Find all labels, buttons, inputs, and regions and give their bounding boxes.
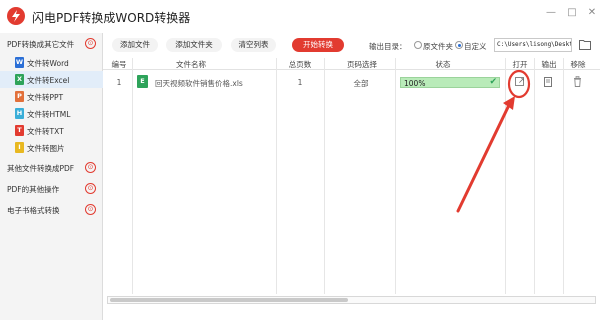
header-remove: 移除 xyxy=(570,60,586,69)
header-file-name: 文件名称 xyxy=(176,60,206,69)
header-open: 打开 xyxy=(512,60,528,69)
category-label: PDF转换成其它文件 xyxy=(7,40,75,49)
sidebar-item-ppt[interactable]: P 文件转PPT xyxy=(0,88,103,105)
word-icon: W xyxy=(15,57,24,68)
expand-icon[interactable]: ⊙ xyxy=(85,183,96,194)
file-table: 编号 文件名称 总页数 页码选择 状态 打开 输出 移除 1 E 回天视频软件销… xyxy=(103,58,600,320)
header-total-pages: 总页数 xyxy=(288,60,312,69)
minimize-button[interactable]: — xyxy=(544,6,558,20)
collapse-icon[interactable]: ⊙ xyxy=(85,38,96,49)
txt-icon: T xyxy=(15,125,24,136)
sidebar-item-txt[interactable]: T 文件转TXT xyxy=(0,122,103,139)
trash-icon[interactable] xyxy=(573,76,582,87)
close-button[interactable]: ✕ xyxy=(585,6,599,20)
custom-folder-radio[interactable] xyxy=(455,41,463,49)
output-path-input[interactable]: C:\Users\lisong\Desktop xyxy=(494,38,572,52)
sidebar-item-label: 文件转Word xyxy=(27,59,69,68)
table-row[interactable]: 1 E 回天视频软件销售价格.xls 1 全部 100% ✔ ↗ xyxy=(103,71,600,93)
add-folder-button[interactable]: 添加文件夹 xyxy=(166,38,222,52)
sidebar-item-excel[interactable]: X 文件转Excel xyxy=(0,71,103,88)
app-title: 闪电PDF转换成WORD转换器 xyxy=(32,11,191,25)
excel-icon: X xyxy=(15,74,24,85)
category-pdf-other-ops[interactable]: PDF的其他操作 ⊙ xyxy=(0,178,103,199)
html-icon: H xyxy=(15,108,24,119)
sidebar-item-word[interactable]: W 文件转Word xyxy=(0,54,103,71)
toolbar: 添加文件 添加文件夹 清空列表 开始转换 输出目录： 原文件夹 自定义 C:\U… xyxy=(103,33,600,58)
sidebar-item-label: 文件转图片 xyxy=(27,144,65,153)
app-logo-icon xyxy=(7,7,25,25)
sidebar-item-label: 文件转Excel xyxy=(27,76,70,85)
title-bar: 闪电PDF转换成WORD转换器 — □ ✕ xyxy=(0,0,600,33)
sidebar-item-label: 文件转HTML xyxy=(27,110,71,119)
column-divider xyxy=(395,58,396,294)
custom-folder-label: 自定义 xyxy=(464,42,487,51)
file-name: 回天视频软件销售价格.xls xyxy=(155,79,243,88)
start-convert-button[interactable]: 开始转换 xyxy=(292,38,344,52)
column-divider xyxy=(324,58,325,294)
status-progress-bar: 100% ✔ xyxy=(400,77,500,88)
category-label: PDF的其他操作 xyxy=(7,185,60,194)
export-file-icon[interactable] xyxy=(544,77,552,87)
progress-text: 100% xyxy=(404,79,426,88)
external-link-icon: ↗ xyxy=(518,76,525,85)
total-pages: 1 xyxy=(297,78,303,87)
header-status: 状态 xyxy=(435,60,451,69)
column-divider xyxy=(534,58,535,294)
column-divider xyxy=(505,58,506,294)
check-icon: ✔ xyxy=(489,77,497,87)
expand-icon[interactable]: ⊙ xyxy=(85,162,96,173)
column-divider xyxy=(132,58,133,294)
sidebar-item-label: 文件转PPT xyxy=(27,93,64,102)
row-index: 1 xyxy=(116,78,122,87)
category-pdf-to-other[interactable]: PDF转换成其它文件 ⊙ xyxy=(0,33,103,54)
open-file-icon[interactable]: ↗ xyxy=(515,76,525,86)
maximize-button[interactable]: □ xyxy=(565,6,579,20)
sidebar: PDF转换成其它文件 ⊙ W 文件转Word X 文件转Excel P 文件转P… xyxy=(0,33,103,320)
category-label: 其他文件转换成PDF xyxy=(7,164,75,173)
sidebar-item-image[interactable]: I 文件转图片 xyxy=(0,139,103,156)
sidebar-item-label: 文件转TXT xyxy=(27,127,64,136)
source-folder-radio[interactable] xyxy=(414,41,422,49)
sidebar-item-html[interactable]: H 文件转HTML xyxy=(0,105,103,122)
add-file-button[interactable]: 添加文件 xyxy=(112,38,158,52)
header-index: 编号 xyxy=(111,60,127,69)
horizontal-scrollbar[interactable] xyxy=(107,296,596,304)
expand-icon[interactable]: ⊙ xyxy=(85,204,96,215)
category-ebook-convert[interactable]: 电子书格式转换 ⊙ xyxy=(0,199,103,220)
source-folder-label: 原文件夹 xyxy=(423,42,453,51)
page-selection[interactable]: 全部 xyxy=(347,78,375,89)
output-dir-label: 输出目录： xyxy=(369,42,407,51)
category-label: 电子书格式转换 xyxy=(7,206,60,215)
header-export: 输出 xyxy=(541,60,557,69)
ppt-icon: P xyxy=(15,91,24,102)
table-header: 编号 文件名称 总页数 页码选择 状态 打开 输出 移除 xyxy=(103,58,600,70)
excel-file-icon: E xyxy=(137,75,148,88)
category-other-to-pdf[interactable]: 其他文件转换成PDF ⊙ xyxy=(0,157,103,178)
column-divider xyxy=(276,58,277,294)
clear-list-button[interactable]: 清空列表 xyxy=(231,38,276,52)
scrollbar-thumb[interactable] xyxy=(110,298,348,302)
browse-folder-icon[interactable] xyxy=(579,39,591,50)
image-icon: I xyxy=(15,142,24,153)
column-divider xyxy=(563,58,564,294)
header-page-selection: 页码选择 xyxy=(347,60,377,69)
